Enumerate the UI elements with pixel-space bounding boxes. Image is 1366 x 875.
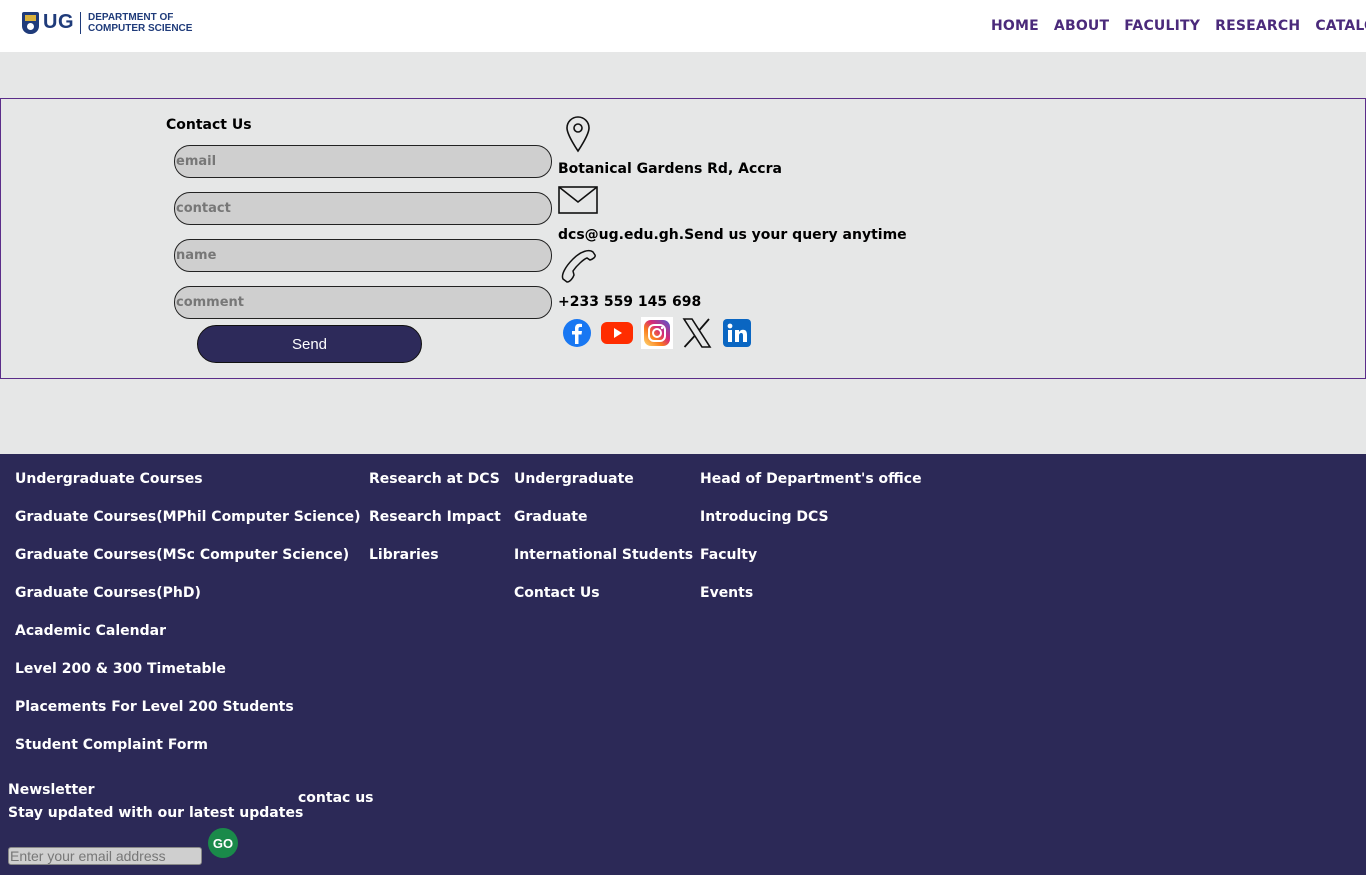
footer-link[interactable]: Events [700,585,922,623]
footer-column-courses: Undergraduate Courses Graduate Courses(M… [15,471,361,775]
location-pin-icon [566,116,590,153]
newsletter-subtitle: Stay updated with our latest updates [8,805,304,821]
footer-link[interactable]: International Students [514,547,693,585]
main-nav: HOME ABOUT FACULITY RESEARCH CATALOG [991,18,1366,34]
footer-column-admissions: Undergraduate Graduate International Stu… [514,471,693,623]
newsletter-title: Newsletter [8,782,95,798]
footer-link[interactable]: Libraries [369,547,501,585]
footer-link[interactable]: Research at DCS [369,471,501,509]
phone-icon [561,249,596,283]
footer-link[interactable]: Faculty [700,547,922,585]
instagram-icon[interactable] [641,317,673,349]
newsletter-email-input[interactable] [8,847,202,865]
send-button[interactable]: Send [197,325,422,363]
logo-divider [80,11,81,34]
contact-field[interactable] [174,192,552,225]
comment-field[interactable] [174,286,552,319]
name-field[interactable] [174,239,552,272]
footer-link[interactable]: Graduate Courses(MPhil Computer Science) [15,509,361,547]
footer-link[interactable]: Graduate [514,509,693,547]
address-text: Botanical Gardens Rd, Accra [558,161,782,177]
logo-ug-text: UG [43,11,74,33]
logo-line-1: DEPARTMENT OF [88,11,174,23]
footer-link[interactable]: Head of Department's office [700,471,922,509]
x-icon[interactable] [681,317,713,349]
social-links [561,317,761,349]
email-field[interactable] [174,145,552,178]
nav-faculity[interactable]: FACULITY [1124,18,1200,34]
nav-research[interactable]: RESEARCH [1215,18,1300,34]
contact-title: Contact Us [166,117,252,133]
footer-link[interactable]: Graduate Courses(MSc Computer Science) [15,547,361,585]
footer-link[interactable]: Introducing DCS [700,509,922,547]
phone-text: +233 559 145 698 [558,294,702,310]
footer-link[interactable]: Student Complaint Form [15,737,361,775]
nav-about[interactable]: ABOUT [1054,18,1109,34]
contac-us-link[interactable]: contac us [298,790,374,806]
nav-catalog[interactable]: CATALOG [1315,18,1366,34]
site-footer: Undergraduate Courses Graduate Courses(M… [0,454,1366,875]
linkedin-icon[interactable] [721,317,753,349]
footer-link[interactable]: Undergraduate [514,471,693,509]
facebook-icon[interactable] [561,317,593,349]
logo-department-text: DEPARTMENT OF COMPUTER SCIENCE [88,12,192,34]
contact-section: Contact Us Send Botanical Gardens Rd, Ac… [0,98,1366,379]
nav-home[interactable]: HOME [991,18,1039,34]
youtube-icon[interactable] [601,317,633,349]
footer-link[interactable]: Placements For Level 200 Students [15,699,361,737]
footer-link[interactable]: Undergraduate Courses [15,471,361,509]
ug-crest-icon [22,11,39,34]
footer-link[interactable]: Level 200 & 300 Timetable [15,661,361,699]
footer-column-about: Head of Department's office Introducing … [700,471,922,623]
footer-link[interactable]: Graduate Courses(PhD) [15,585,361,623]
go-button[interactable]: GO [208,828,238,858]
mail-icon [558,186,598,214]
footer-column-research: Research at DCS Research Impact Librarie… [369,471,501,585]
footer-link[interactable]: Research Impact [369,509,501,547]
logo-line-2: COMPUTER SCIENCE [88,22,193,34]
footer-link[interactable]: Academic Calendar [15,623,361,661]
ug-logo[interactable]: UG DEPARTMENT OF COMPUTER SCIENCE [22,11,192,34]
email-text: dcs@ug.edu.gh.Send us your query anytime [558,227,907,243]
site-header: UG DEPARTMENT OF COMPUTER SCIENCE HOME A… [0,0,1366,52]
footer-link[interactable]: Contact Us [514,585,693,623]
